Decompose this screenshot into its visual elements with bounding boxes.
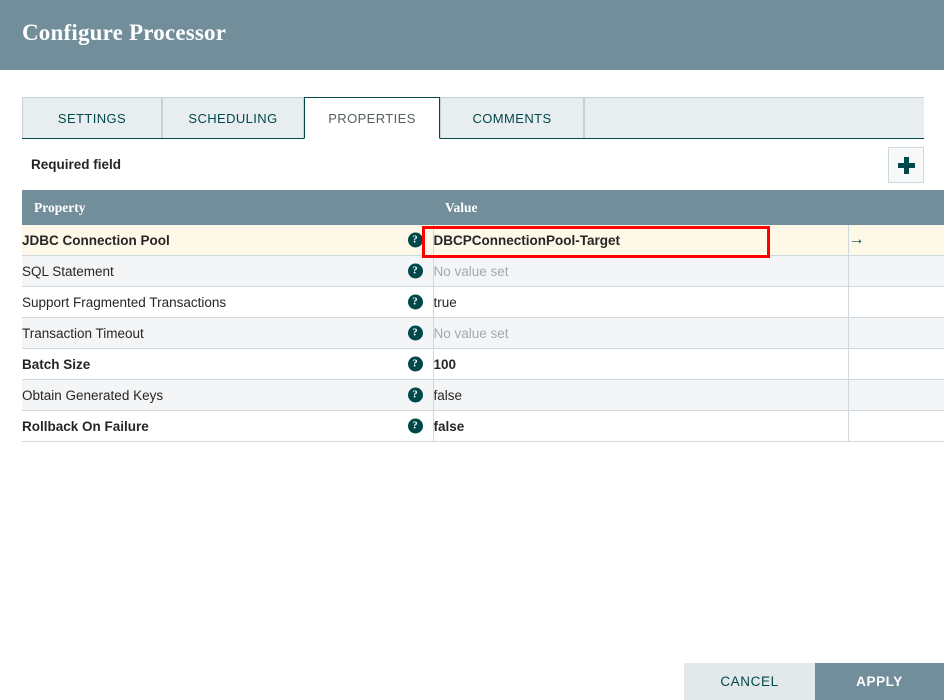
column-header-property: Property bbox=[22, 190, 433, 225]
tab-filler bbox=[584, 97, 924, 138]
property-value-cell[interactable]: No value set bbox=[433, 317, 849, 349]
properties-toolbar: Required field bbox=[0, 139, 944, 190]
table-row[interactable]: Transaction Timeout ? No value set bbox=[22, 317, 944, 349]
help-circle-icon[interactable]: ? bbox=[407, 418, 423, 434]
arrow-right-icon[interactable]: → bbox=[849, 231, 865, 248]
table-row[interactable]: Obtain Generated Keys ? false bbox=[22, 379, 944, 411]
apply-button[interactable]: APPLY bbox=[815, 663, 944, 700]
help-circle-icon[interactable]: ? bbox=[407, 356, 423, 372]
property-name-cell: Obtain Generated Keys ? bbox=[22, 379, 434, 411]
tab-bar: SETTINGS SCHEDULING PROPERTIES COMMENTS bbox=[0, 97, 944, 139]
dialog-header: Configure Processor bbox=[0, 0, 944, 70]
property-action-cell bbox=[848, 348, 944, 380]
help-circle-icon[interactable]: ? bbox=[407, 387, 423, 403]
tab-comments[interactable]: COMMENTS bbox=[440, 97, 584, 138]
property-value-cell[interactable]: No value set bbox=[433, 255, 849, 287]
table-row[interactable]: JDBC Connection Pool ? DBCPConnectionPoo… bbox=[22, 225, 944, 256]
column-header-value: Value bbox=[433, 190, 848, 225]
dialog-footer: CANCEL APPLY bbox=[0, 663, 944, 700]
tab-scheduling[interactable]: SCHEDULING bbox=[162, 97, 304, 138]
property-value-cell[interactable]: 100 bbox=[433, 348, 849, 380]
table-header-row: Property Value bbox=[22, 190, 944, 225]
help-circle-icon[interactable]: ? bbox=[407, 325, 423, 341]
property-label: Rollback On Failure bbox=[22, 418, 149, 434]
property-value-cell[interactable]: false bbox=[433, 379, 849, 411]
property-action-cell bbox=[848, 317, 944, 349]
table-row[interactable]: Batch Size ? 100 bbox=[22, 348, 944, 380]
plus-icon bbox=[897, 156, 915, 174]
property-action-cell bbox=[848, 379, 944, 411]
properties-table-body: JDBC Connection Pool ? DBCPConnectionPoo… bbox=[22, 225, 944, 442]
property-action-cell bbox=[848, 410, 944, 442]
property-name-cell: JDBC Connection Pool ? bbox=[22, 225, 434, 256]
property-label: Support Fragmented Transactions bbox=[22, 294, 227, 310]
property-label: SQL Statement bbox=[22, 263, 114, 279]
required-field-label: Required field bbox=[31, 157, 122, 172]
property-action-cell bbox=[848, 286, 944, 318]
property-value-cell[interactable]: DBCPConnectionPool-Target bbox=[433, 225, 849, 256]
property-label: Obtain Generated Keys bbox=[22, 387, 164, 403]
property-name-cell: Support Fragmented Transactions ? bbox=[22, 286, 434, 318]
property-label: Transaction Timeout bbox=[22, 325, 144, 341]
table-row[interactable]: Rollback On Failure ? false bbox=[22, 410, 944, 442]
page-title: Configure Processor bbox=[22, 20, 227, 45]
properties-table: Property Value JDBC Connection Pool ? DB… bbox=[22, 190, 944, 442]
column-header-actions bbox=[848, 190, 944, 225]
property-value-cell[interactable]: false bbox=[433, 410, 849, 442]
tab-settings[interactable]: SETTINGS bbox=[22, 97, 162, 138]
property-name-cell: Rollback On Failure ? bbox=[22, 410, 434, 442]
property-label: Batch Size bbox=[22, 356, 91, 372]
table-row[interactable]: SQL Statement ? No value set bbox=[22, 255, 944, 287]
help-circle-icon[interactable]: ? bbox=[407, 232, 423, 248]
property-name-cell: Transaction Timeout ? bbox=[22, 317, 434, 349]
help-circle-icon[interactable]: ? bbox=[407, 294, 423, 310]
table-row[interactable]: Support Fragmented Transactions ? true bbox=[22, 286, 944, 318]
property-name-cell: SQL Statement ? bbox=[22, 255, 434, 287]
property-value-cell[interactable]: true bbox=[433, 286, 849, 318]
property-action-cell: → bbox=[848, 225, 944, 256]
cancel-button[interactable]: CANCEL bbox=[684, 663, 815, 700]
property-name-cell: Batch Size ? bbox=[22, 348, 434, 380]
property-action-cell bbox=[848, 255, 944, 287]
tab-properties[interactable]: PROPERTIES bbox=[304, 97, 440, 139]
add-property-button[interactable] bbox=[888, 147, 924, 183]
help-circle-icon[interactable]: ? bbox=[407, 263, 423, 279]
property-label: JDBC Connection Pool bbox=[22, 232, 170, 248]
